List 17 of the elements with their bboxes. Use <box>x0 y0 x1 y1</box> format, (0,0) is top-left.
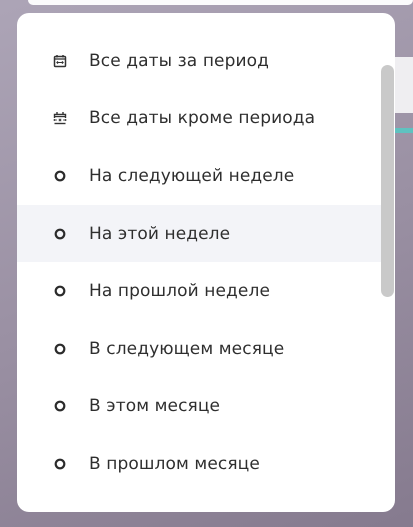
calendar-exclude-icon <box>53 111 67 126</box>
menu-item[interactable]: В этом месяце <box>17 378 381 436</box>
circle-icon <box>53 168 67 183</box>
menu-item[interactable]: На следующей неделе <box>17 147 381 205</box>
circle-icon <box>53 399 67 414</box>
menu-item[interactable]: Все даты за период <box>17 32 381 90</box>
scrollbar[interactable] <box>381 65 394 297</box>
circle-icon <box>53 456 67 471</box>
menu-item[interactable]: В следующем месяце <box>17 320 381 378</box>
menu-item[interactable]: На прошлой неделе <box>17 262 381 320</box>
menu-item[interactable]: Все даты кроме периода <box>17 90 381 148</box>
menu-item[interactable]: В прошлом месяце <box>17 435 381 493</box>
circle-icon <box>53 342 67 356</box>
calendar-icon <box>53 54 67 68</box>
circle-icon <box>53 226 67 241</box>
menu-item[interactable]: На этой неделе <box>17 204 381 262</box>
circle-icon <box>53 284 67 298</box>
